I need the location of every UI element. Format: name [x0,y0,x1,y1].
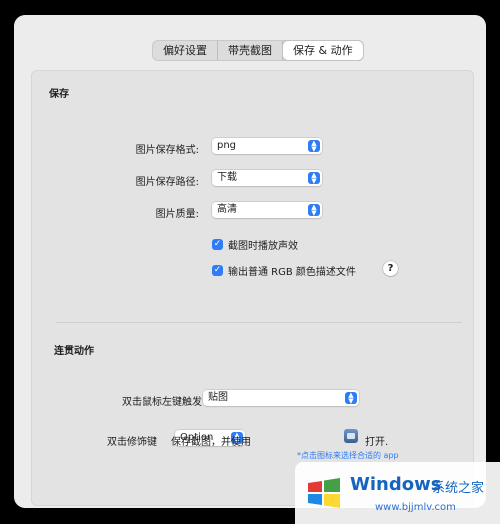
app-select-icon[interactable] [344,429,358,443]
tab-save-actions[interactable]: 保存 & 动作 [283,41,363,60]
save-section-title: 保存 [49,89,69,100]
save-with-text: 保存截图，并使用 [171,437,251,448]
dblclick-value: 贴图 [208,392,228,403]
chevron-updown-icon: ▲ ▼ [308,204,320,217]
checkmark-icon: ✓ [212,239,223,250]
modifier-label: 双击修饰键 [107,437,157,448]
rgb-checkbox-label: 输出普通 RGB 颜色描述文件 [228,267,356,278]
app-hint: *点击图标来选择合适的 app [297,451,399,460]
format-select[interactable]: png ▲ ▼ [212,138,322,154]
open-text: 打开. [365,437,389,448]
quality-value: 高清 [217,204,237,215]
path-select[interactable]: 下载 ▲ ▼ [212,170,322,186]
watermark-url: www.bjjmlv.com [375,502,456,513]
watermark: Windows 系统之家 www.bjjmlv.com [295,462,500,524]
windows-logo-icon [308,478,340,508]
preferences-window: 偏好设置 带壳截图 保存 & 动作 保存 图片保存格式: png ▲ ▼ 图片保存… [14,15,486,508]
dblclick-label: 双击鼠标左键触发 [122,397,202,408]
quality-select[interactable]: 高清 ▲ ▼ [212,202,322,218]
chevron-updown-icon: ▲ ▼ [308,172,320,185]
chevron-updown-icon: ▲ ▼ [345,392,357,405]
rgb-checkbox[interactable]: ✓ 输出普通 RGB 颜色描述文件 [212,263,356,278]
path-label: 图片保存路径: [135,177,199,188]
tab-bar: 偏好设置 带壳截图 保存 & 动作 [152,40,364,61]
actions-section-title: 连贯动作 [54,346,94,357]
checkmark-icon: ✓ [212,265,223,276]
format-value: png [217,140,237,151]
format-label: 图片保存格式: [135,145,199,156]
sound-checkbox-label: 截图时播放声效 [228,241,298,252]
help-button[interactable]: ? [383,261,398,276]
tab-device-frame[interactable]: 带壳截图 [218,41,283,60]
sound-checkbox[interactable]: ✓ 截图时播放声效 [212,237,298,252]
path-value: 下载 [217,172,237,183]
quality-label: 图片质量: [155,209,199,220]
watermark-cn: 系统之家 [432,481,485,496]
watermark-title: Windows [350,474,442,495]
section-divider [56,322,462,323]
tab-preferences[interactable]: 偏好设置 [153,41,218,60]
chevron-updown-icon: ▲ ▼ [308,140,320,153]
settings-panel: 保存 图片保存格式: png ▲ ▼ 图片保存路径: 下载 ▲ ▼ 图片质量: 高清… [31,70,474,506]
dblclick-select[interactable]: 贴图 ▲ ▼ [203,390,359,406]
